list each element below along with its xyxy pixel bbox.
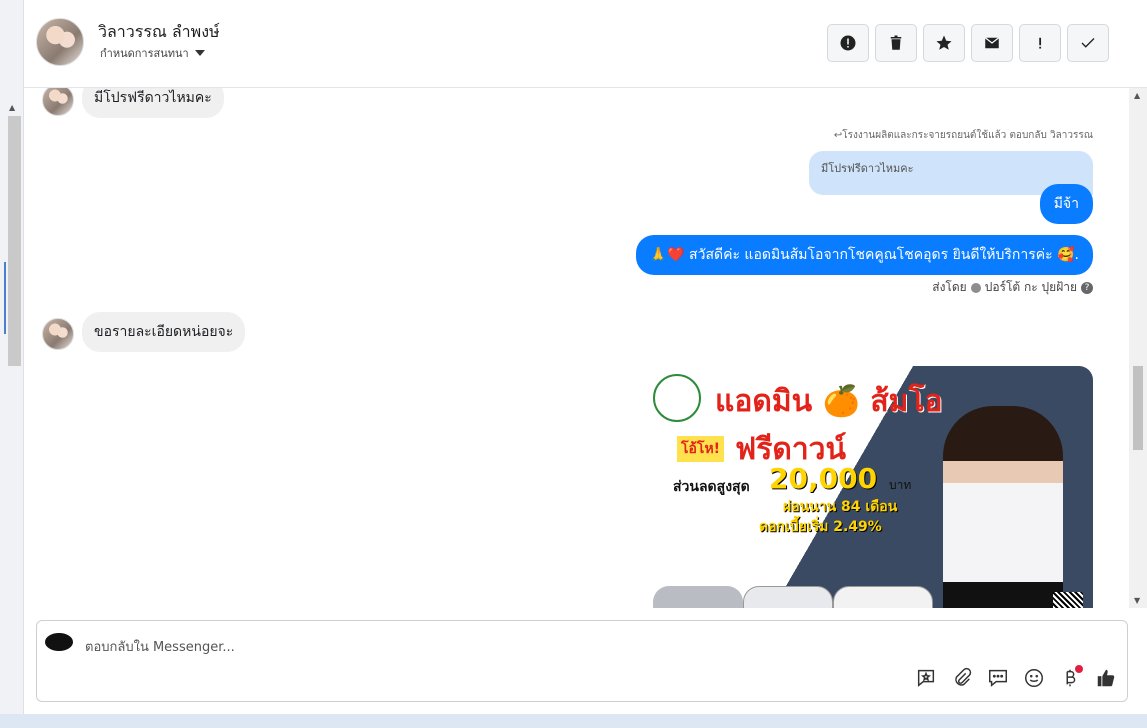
scroll-up-arrow-icon[interactable]: ▲ xyxy=(9,103,19,113)
left-scrollbar[interactable]: ▲ xyxy=(0,0,24,728)
reply-composer[interactable]: ตอบกลับใน Messenger... xyxy=(36,620,1128,702)
conversation-header: วิลาวรรณ ลำพงษ์ กำหนดการสนทนา xyxy=(24,0,1147,88)
follow-up-button[interactable] xyxy=(1019,24,1061,62)
assign-label: กำหนดการสนทนา xyxy=(100,47,189,60)
window-bottom-bar xyxy=(0,714,1147,728)
poster-installment: ผ่อนนาน 84 เดือน xyxy=(783,499,898,515)
assign-conversation-dropdown[interactable]: กำหนดการสนทนา xyxy=(100,44,205,62)
trash-icon xyxy=(890,35,902,50)
attachment-icon xyxy=(955,667,972,686)
like-button[interactable] xyxy=(1095,667,1117,693)
report-icon xyxy=(840,35,856,51)
caret-down-icon xyxy=(194,50,205,56)
exclamation-icon xyxy=(1039,37,1042,49)
poster-brand: แอดมิน 🍊 ส้มโอ xyxy=(715,384,943,419)
admin-icon xyxy=(970,282,981,293)
header-toolbar xyxy=(827,24,1109,62)
message-thread[interactable]: มีโปรฟรีดาวไหมคะ ↩โรงงานผลิตและกระจายรถย… xyxy=(24,88,1127,608)
star-button[interactable] xyxy=(923,24,965,62)
reply-note: ↩โรงงานผลิตและกระจายรถยนต์ใช้แล้ว ตอบกลั… xyxy=(833,130,1093,141)
scroll-thumb[interactable] xyxy=(8,116,21,366)
poster-rate: ดอกเบี้ยเริ่ม 2.49% xyxy=(759,519,882,535)
scroll-down-icon[interactable]: ▼ xyxy=(1134,596,1140,605)
notification-dot xyxy=(1075,665,1083,673)
selection-indicator xyxy=(4,262,6,334)
outgoing-message[interactable]: มีจ้า xyxy=(1039,184,1093,224)
emoji-icon xyxy=(1025,669,1043,687)
poster-car-image xyxy=(653,586,743,608)
saved-replies-button[interactable] xyxy=(987,667,1009,693)
page-logo xyxy=(45,633,73,651)
poster-ohi: โอ้โห! xyxy=(677,436,725,462)
poster-car-image xyxy=(743,586,833,608)
reply-icon xyxy=(917,669,935,687)
check-icon xyxy=(1081,38,1095,48)
incoming-message[interactable]: มีโปรฟรีดาวไหมคะ xyxy=(82,88,224,118)
delete-button[interactable] xyxy=(875,24,917,62)
poster-person-image xyxy=(943,406,1063,608)
poster-car-image xyxy=(833,586,933,608)
poster-baht: บาท xyxy=(889,478,912,492)
like-icon xyxy=(1097,669,1115,687)
scroll-up-icon[interactable]: ▲ xyxy=(1134,91,1140,100)
mail-icon xyxy=(984,37,1000,49)
reply-input[interactable]: ตอบกลับใน Messenger... xyxy=(85,636,235,657)
poster-discount-label: ส่วนลดสูงสุด xyxy=(673,479,750,495)
thread-scrollbar[interactable]: ▲ ▼ xyxy=(1129,88,1147,608)
contact-avatar-small xyxy=(42,318,74,350)
star-icon xyxy=(936,35,952,50)
mark-unread-button[interactable] xyxy=(971,24,1013,62)
promo-image[interactable]: แอดมิน 🍊 ส้มโอ โอ้โห! ฟรีดาวน์ ส่วนลดสูง… xyxy=(643,366,1093,608)
attach-button[interactable] xyxy=(951,667,973,693)
sent-by-info: ส่งโดย ปอร์โต้ กะ ปุยฝ้าย ? xyxy=(932,278,1093,297)
report-button[interactable] xyxy=(827,24,869,62)
contact-avatar-small xyxy=(42,88,74,116)
composer-toolbar xyxy=(915,667,1117,693)
sent-by-name: ปอร์โต้ กะ ปุยฝ้าย xyxy=(984,280,1077,294)
qr-code-icon xyxy=(1053,592,1083,608)
mark-done-button[interactable] xyxy=(1067,24,1109,62)
contact-avatar[interactable] xyxy=(36,18,84,66)
thread-scroll-thumb[interactable] xyxy=(1133,366,1143,450)
sent-by-label: ส่งโดย xyxy=(932,280,967,294)
contact-name[interactable]: วิลาวรรณ ลำพงษ์ xyxy=(98,20,220,45)
outgoing-greeting-message[interactable]: 🙏❤️ สวัสดีค่ะ แอดมินส้มโอจากโชคคูณโชคอุด… xyxy=(635,235,1093,275)
emoji-button[interactable] xyxy=(1023,667,1045,693)
conversation-panel: วิลาวรรณ ลำพงษ์ กำหนดการสนทนา มีโปรฟรีดา… xyxy=(24,0,1147,714)
saved-replies-icon xyxy=(989,669,1007,687)
help-icon[interactable]: ? xyxy=(1081,281,1093,294)
incoming-message[interactable]: ขอรายละเอียดหน่อยจะ xyxy=(82,312,246,352)
dealer-logo-icon xyxy=(653,374,701,422)
poster-discount-amount: 20,000 xyxy=(769,462,878,495)
reply-suggestion-button[interactable] xyxy=(915,667,937,693)
